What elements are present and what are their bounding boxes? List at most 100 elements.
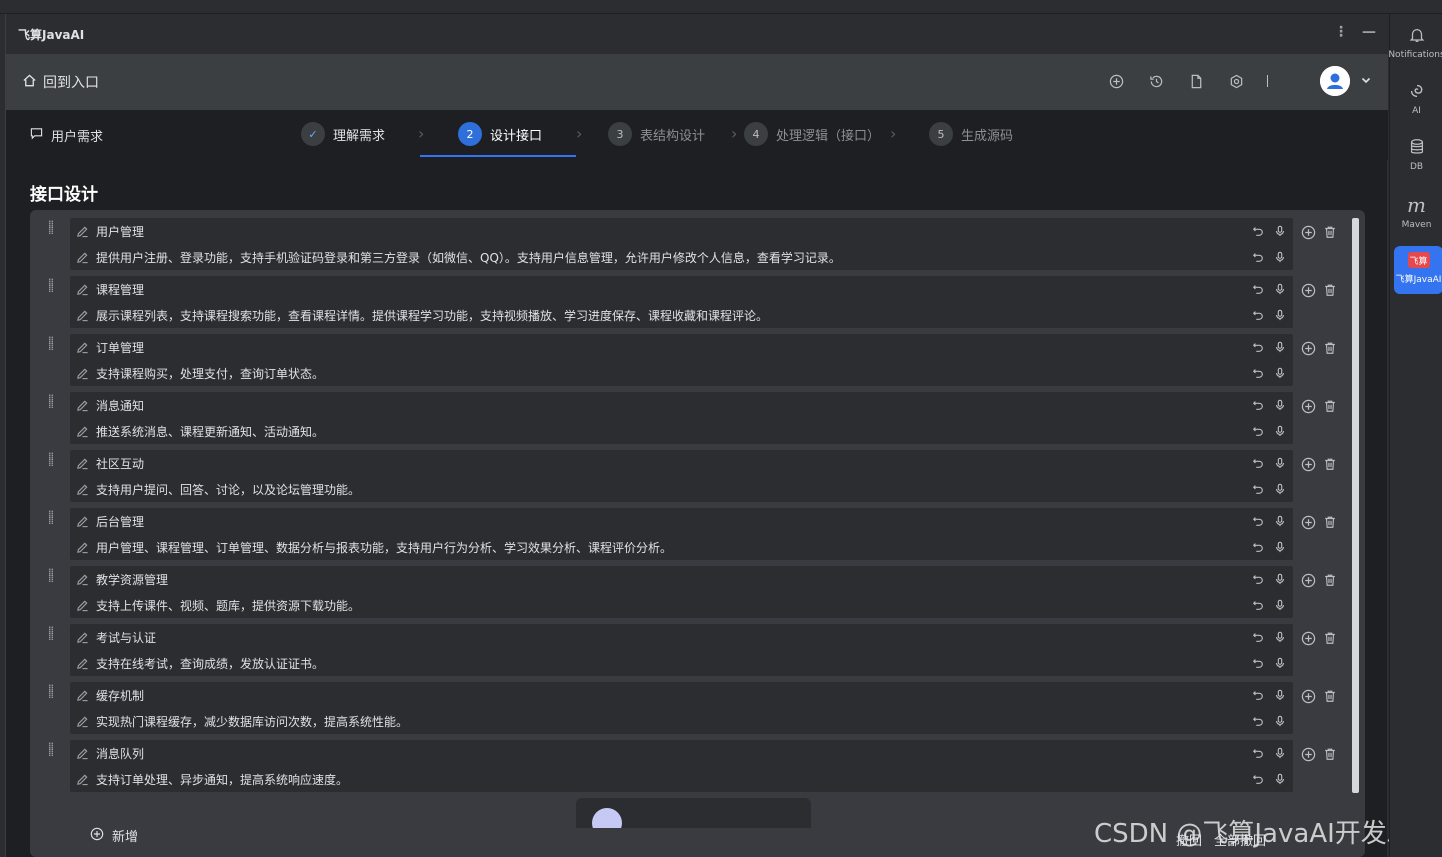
edit-icon[interactable]: [76, 282, 90, 296]
edit-icon[interactable]: [76, 714, 90, 728]
trash-icon[interactable]: [1322, 340, 1338, 356]
undo-icon[interactable]: [1251, 514, 1265, 528]
undo-icon[interactable]: [1251, 340, 1265, 354]
floating-assistant-bar[interactable]: [576, 798, 811, 828]
add-circle-icon[interactable]: [1300, 224, 1316, 240]
microphone-icon[interactable]: [1273, 224, 1287, 238]
interface-name[interactable]: 订单管理: [96, 339, 144, 356]
edit-icon[interactable]: [76, 656, 90, 670]
undo-icon[interactable]: [1251, 366, 1265, 380]
trash-icon[interactable]: [1322, 572, 1338, 588]
drag-handle-icon[interactable]: ⁞⁞ ⁞⁞: [48, 393, 60, 410]
minimize-icon[interactable]: —: [1362, 24, 1376, 40]
interface-description[interactable]: 提供用户注册、登录功能，支持手机验证码登录和第三方登录（如微信、QQ）。支持用户…: [96, 249, 841, 266]
trash-icon[interactable]: [1322, 688, 1338, 704]
drag-handle-icon[interactable]: ⁞⁞ ⁞⁞: [48, 509, 60, 526]
drag-handle-icon[interactable]: ⁞⁞ ⁞⁞: [48, 625, 60, 642]
edit-icon[interactable]: [76, 598, 90, 612]
add-circle-icon[interactable]: [1300, 398, 1316, 414]
interface-name[interactable]: 考试与认证: [96, 629, 156, 646]
trash-icon[interactable]: [1322, 398, 1338, 414]
microphone-icon[interactable]: [1273, 308, 1287, 322]
edit-icon[interactable]: [76, 456, 90, 470]
drag-handle-icon[interactable]: ⁞⁞ ⁞⁞: [48, 277, 60, 294]
undo-icon[interactable]: [1251, 308, 1265, 322]
edit-icon[interactable]: [76, 224, 90, 238]
microphone-icon[interactable]: [1273, 598, 1287, 612]
db-tool[interactable]: DB: [1390, 136, 1442, 172]
undo-icon[interactable]: [1251, 540, 1265, 554]
requirement-link[interactable]: 用户需求: [30, 126, 103, 145]
add-circle-icon[interactable]: [1300, 630, 1316, 646]
add-circle-icon[interactable]: [1300, 572, 1316, 588]
drag-handle-icon[interactable]: ⁞⁞ ⁞⁞: [48, 741, 60, 758]
microphone-icon[interactable]: [1273, 250, 1287, 264]
drag-handle-icon[interactable]: ⁞⁞ ⁞⁞: [48, 567, 60, 584]
undo-icon[interactable]: [1251, 598, 1265, 612]
edit-icon[interactable]: [76, 746, 90, 760]
document-icon[interactable]: [1187, 72, 1205, 90]
interface-description[interactable]: 实现热门课程缓存，减少数据库访问次数，提高系统性能。: [96, 713, 408, 730]
add-circle-icon[interactable]: [1300, 746, 1316, 762]
interface-description[interactable]: 支持课程购买，处理支付，查询订单状态。: [96, 365, 324, 382]
edit-icon[interactable]: [76, 250, 90, 264]
interface-description[interactable]: 支持订单处理、异步通知，提高系统响应速度。: [96, 771, 348, 788]
undo-icon[interactable]: [1251, 656, 1265, 670]
interface-description[interactable]: 推送系统消息、课程更新通知、活动通知。: [96, 423, 324, 440]
undo-icon[interactable]: [1251, 714, 1265, 728]
add-circle-icon[interactable]: [1300, 688, 1316, 704]
edit-icon[interactable]: [76, 514, 90, 528]
undo-icon[interactable]: [1251, 688, 1265, 702]
trash-icon[interactable]: [1322, 514, 1338, 530]
edit-icon[interactable]: [76, 482, 90, 496]
microphone-icon[interactable]: [1273, 656, 1287, 670]
microphone-icon[interactable]: [1273, 482, 1287, 496]
scrollbar[interactable]: [1352, 218, 1359, 793]
interface-name[interactable]: 消息队列: [96, 745, 144, 762]
microphone-icon[interactable]: [1273, 514, 1287, 528]
drag-handle-icon[interactable]: ⁞⁞ ⁞⁞: [48, 219, 60, 236]
microphone-icon[interactable]: [1273, 688, 1287, 702]
undo-icon[interactable]: [1251, 250, 1265, 264]
interface-name[interactable]: 社区互动: [96, 455, 144, 472]
add-circle-icon[interactable]: [1300, 514, 1316, 530]
interface-name[interactable]: 课程管理: [96, 281, 144, 298]
add-circle-icon[interactable]: [1300, 456, 1316, 472]
undo-icon[interactable]: [1251, 772, 1265, 786]
home-button[interactable]: 回到入口: [22, 72, 99, 92]
interface-name[interactable]: 后台管理: [96, 513, 144, 530]
undo-icon[interactable]: [1251, 424, 1265, 438]
undo-icon[interactable]: [1251, 398, 1265, 412]
notifications-tool[interactable]: Notifications: [1388, 24, 1442, 60]
step-logic[interactable]: 4 处理逻辑（接口）: [744, 122, 880, 146]
undo-icon[interactable]: [1251, 746, 1265, 760]
step-design-interface[interactable]: 2 设计接口: [458, 122, 542, 146]
add-new-button[interactable]: 新增: [90, 826, 138, 845]
interface-name[interactable]: 教学资源管理: [96, 571, 168, 588]
drag-handle-icon[interactable]: ⁞⁞ ⁞⁞: [48, 335, 60, 352]
microphone-icon[interactable]: [1273, 714, 1287, 728]
trash-icon[interactable]: [1322, 224, 1338, 240]
undo-icon[interactable]: [1251, 282, 1265, 296]
add-circle-icon[interactable]: [1300, 340, 1316, 356]
undo-icon[interactable]: [1251, 630, 1265, 644]
edit-icon[interactable]: [76, 340, 90, 354]
edit-icon[interactable]: [76, 424, 90, 438]
microphone-icon[interactable]: [1273, 424, 1287, 438]
interface-description[interactable]: 展示课程列表，支持课程搜索功能，查看课程详情。提供课程学习功能，支持视频播放、学…: [96, 307, 768, 324]
edit-icon[interactable]: [76, 688, 90, 702]
trash-icon[interactable]: [1322, 746, 1338, 762]
microphone-icon[interactable]: [1273, 456, 1287, 470]
edit-icon[interactable]: [76, 366, 90, 380]
microphone-icon[interactable]: [1273, 572, 1287, 586]
drag-handle-icon[interactable]: ⁞⁞ ⁞⁞: [48, 683, 60, 700]
microphone-icon[interactable]: [1273, 340, 1287, 354]
interface-description[interactable]: 支持上传课件、视频、题库，提供资源下载功能。: [96, 597, 360, 614]
microphone-icon[interactable]: [1273, 746, 1287, 760]
trash-icon[interactable]: [1322, 456, 1338, 472]
settings-icon[interactable]: [1227, 72, 1245, 90]
edit-icon[interactable]: [76, 772, 90, 786]
feisuan-javaai-tool[interactable]: 飞算 飞算JavaAI: [1394, 246, 1442, 294]
interface-name[interactable]: 缓存机制: [96, 687, 144, 704]
microphone-icon[interactable]: [1273, 540, 1287, 554]
